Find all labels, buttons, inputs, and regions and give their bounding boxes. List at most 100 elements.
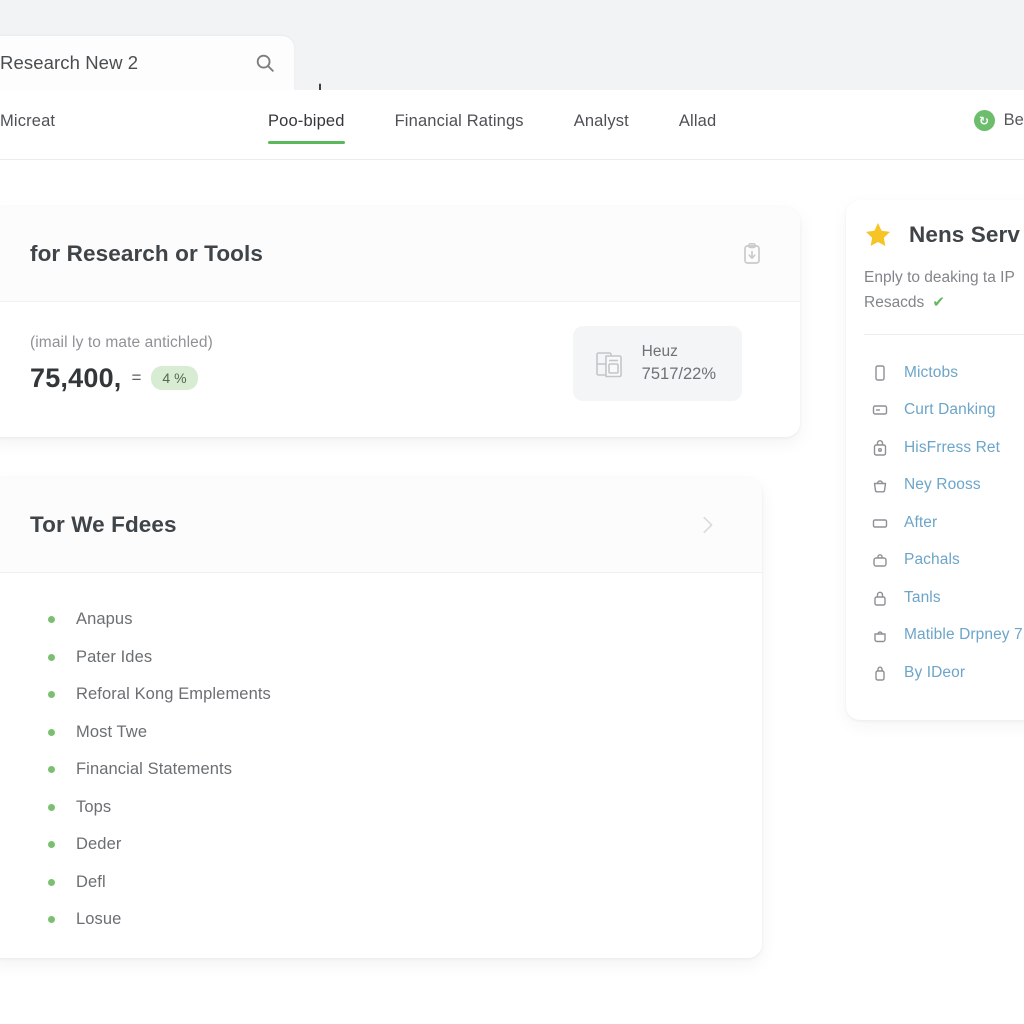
side-panel-link-list: Mictobs Curt Danking HisFrress Ret Ney R… [846, 335, 1024, 714]
bullet-icon [48, 916, 55, 924]
sidebar-item-label: Ney Rooss [904, 476, 981, 494]
card-header: for Research or Tools [0, 207, 800, 302]
side-panel-description-text: Resacds [864, 294, 925, 312]
metric-equals: = [131, 368, 142, 388]
sidebar-item-label: After [904, 513, 938, 531]
sidebar-item-label: Matible Drpney 7 [904, 626, 1023, 644]
search-icon[interactable] [254, 52, 276, 74]
sidebar-item-label: Mictobs [904, 363, 959, 381]
metric-body: (imail ly to mate antichled) 75,400, = 4… [0, 302, 800, 402]
bullet-icon [48, 803, 55, 811]
clipboard-download-icon[interactable] [740, 242, 764, 266]
list-item[interactable]: Anapus [0, 601, 762, 639]
side-panel-title: Nens Serv [909, 222, 1020, 247]
sidebar-item-ney-rooss[interactable]: Ney Rooss [846, 467, 1024, 505]
main-content: for Research or Tools (imail ly to mate … [0, 160, 1024, 1024]
list-item-label: Defl [76, 872, 106, 891]
browser-tab[interactable]: Research New 2 [0, 36, 294, 90]
card-header: Tor We Fdees [0, 478, 762, 573]
list-item-label: Most Twe [76, 722, 148, 741]
feeds-card-title: Tor We Fdees [30, 512, 177, 537]
bullet-icon [48, 841, 55, 849]
bag-icon [872, 551, 888, 569]
metric-value-row: 75,400, = 4 % [30, 363, 573, 394]
tab-analyst[interactable]: Analyst [574, 90, 629, 131]
nav-tab-list: Poo-biped Financial Ratings Analyst Alla… [268, 90, 766, 160]
refresh-badge-icon: ↻ [973, 110, 995, 131]
card-icon [872, 514, 888, 532]
browser-tab-title: Research New 2 [0, 52, 139, 73]
nav-action-beti[interactable]: ↻ Beti [973, 110, 1024, 131]
wallet-icon [872, 401, 888, 419]
documents-icon [594, 347, 628, 381]
metric-tile-label: Heuz [641, 343, 678, 360]
tab-label: Analyst [573, 112, 629, 130]
tab-allad[interactable]: Allad [679, 90, 716, 131]
sidebar-item-by-ideor[interactable]: By IDeor [846, 654, 1024, 692]
padlock-icon [872, 664, 888, 682]
tab-financial-ratings[interactable]: Financial Ratings [395, 90, 524, 131]
list-item-label: Financial Statements [76, 760, 233, 779]
feeds-card: Tor We Fdees Anapus Pater Ides Reforal K… [0, 478, 762, 958]
tab-label: Financial Ratings [394, 112, 524, 130]
list-item[interactable]: Financial Statements [0, 751, 762, 789]
pot-icon [872, 626, 888, 644]
metric-tile-text: Heuz 7517/22% [642, 341, 716, 386]
tab-label: Allad [678, 112, 717, 130]
chevron-right-icon[interactable] [696, 514, 718, 536]
bullet-icon [48, 728, 55, 736]
feeds-list: Anapus Pater Ides Reforal Kong Emplement… [0, 573, 762, 969]
nav-action-label: Beti [1003, 111, 1024, 129]
phone-icon [872, 364, 888, 382]
tab-poo-biped[interactable]: Poo-biped [268, 90, 345, 144]
page-title: for Research or Tools [30, 241, 263, 266]
bullet-icon [48, 766, 55, 774]
research-tools-card: for Research or Tools (imail ly to mate … [0, 207, 800, 437]
bullet-icon [48, 653, 55, 661]
list-item[interactable]: Most Twe [0, 714, 762, 752]
sidebar-item-label: By IDeor [904, 663, 966, 681]
list-item[interactable]: Pater Ides [0, 639, 762, 677]
metric-left: (imail ly to mate antichled) 75,400, = 4… [30, 334, 573, 394]
list-item-label: Reforal Kong Emplements [76, 685, 271, 704]
browser-chrome-strip [0, 0, 1024, 30]
sidebar-item-curt-danking[interactable]: Curt Danking [846, 392, 1024, 430]
metric-tile[interactable]: Heuz 7517/22% [572, 326, 742, 402]
list-item[interactable]: Tops [0, 789, 762, 827]
bullet-icon [48, 691, 55, 699]
side-panel-description-line1: Enply to deaking ta IP [864, 269, 1015, 286]
sidebar-item-tanls[interactable]: Tanls [846, 579, 1024, 617]
sidebar-item-pachals[interactable]: Pachals [846, 542, 1024, 580]
list-item[interactable]: Reforal Kong Emplements [0, 676, 762, 714]
list-item[interactable]: Losue [0, 901, 762, 939]
sidebar-item-after[interactable]: After [846, 504, 1024, 542]
sidebar-item-matible-drpney[interactable]: Matible Drpney 7 [846, 617, 1024, 655]
sidebar-item-label: Tanls [904, 588, 941, 606]
tab-label: Poo-biped [268, 112, 345, 130]
bullet-icon [48, 878, 55, 886]
bullet-icon [48, 616, 55, 624]
metric-tile-value: 7517/22% [641, 365, 716, 383]
metric-value: 75,400, [30, 362, 122, 393]
browser-tab-bar: Research New 2 [0, 30, 1024, 101]
sidebar-item-label: Pachals [904, 551, 960, 569]
list-item-label: Pater Ides [76, 647, 153, 666]
list-item[interactable]: Deder [0, 826, 762, 864]
nav-brand: Micreat [0, 112, 56, 130]
lock-icon [872, 589, 888, 607]
sidebar-item-mictobs[interactable]: Mictobs [846, 354, 1024, 392]
side-panel-description-line2: Resacds ✔ [864, 290, 1024, 315]
sidebar-item-hisfrress-ret[interactable]: HisFrress Ret [846, 429, 1024, 467]
metric-caption: (imail ly to mate antichled) [30, 333, 213, 351]
status-badge: 4 % [151, 366, 198, 391]
app-root: Research New 2 Micreat Poo-biped Financi… [0, 0, 1024, 1024]
list-item[interactable]: Defl [0, 864, 762, 902]
side-panel-header: Nens Serv Enply to deaking ta IP Resacds… [846, 200, 1024, 336]
list-item-label: Anapus [76, 610, 133, 629]
basket-icon [872, 476, 888, 494]
primary-navigation: Micreat Poo-biped Financial Ratings Anal… [0, 90, 1024, 160]
list-item-label: Deder [76, 835, 122, 854]
news-services-panel: Nens Serv Enply to deaking ta IP Resacds… [846, 200, 1024, 720]
check-icon: ✔ [932, 294, 945, 312]
sidebar-item-label: Curt Danking [904, 401, 996, 419]
